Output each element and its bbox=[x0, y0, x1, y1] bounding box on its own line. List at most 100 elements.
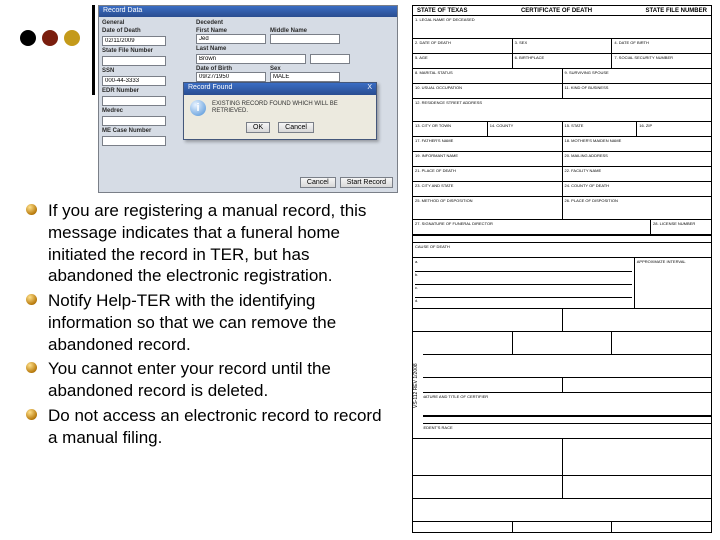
cert-field bbox=[413, 522, 513, 533]
mecase-field[interactable] bbox=[102, 136, 166, 146]
cert-field: 21. PLACE OF DEATH bbox=[413, 167, 563, 181]
cert-field: 24. COUNTY OF DEATH bbox=[563, 182, 712, 196]
cert-race-header: DECEDENT'S RACE bbox=[413, 424, 711, 438]
middle-field[interactable] bbox=[270, 34, 340, 44]
cert-field: 25. METHOD OF DISPOSITION bbox=[413, 197, 563, 219]
cert-field: 5. AGE bbox=[413, 54, 513, 68]
cert-side-label: VS-112 REV 1/2008 bbox=[412, 336, 423, 436]
dob-field[interactable] bbox=[196, 72, 266, 82]
cert-field bbox=[612, 332, 711, 354]
medrec-field[interactable] bbox=[102, 116, 166, 126]
cert-field: 6. BIRTHPLACE bbox=[513, 54, 613, 68]
close-icon[interactable]: X bbox=[367, 84, 372, 94]
cert-head-left: STATE OF TEXAS bbox=[417, 8, 467, 14]
cert-field: 8. MARITAL STATUS bbox=[413, 69, 563, 83]
dot-gold bbox=[64, 30, 80, 46]
certificate-of-death: STATE OF TEXAS CERTIFICATE OF DEATH STAT… bbox=[412, 5, 712, 533]
cert-field: 7. SOCIAL SECURITY NUMBER bbox=[612, 54, 711, 68]
cert-certifier-sig: SIGNATURE AND TITLE OF CERTIFIER bbox=[413, 392, 711, 415]
cert-field: 14. COUNTY bbox=[488, 122, 563, 136]
cert-field bbox=[513, 332, 613, 354]
cert-field: 3. SEX bbox=[513, 39, 613, 53]
cert-field bbox=[612, 522, 711, 533]
cert-field: 18. MOTHER'S MAIDEN NAME bbox=[563, 137, 712, 151]
cert-field bbox=[413, 378, 563, 392]
cert-head-right: STATE FILE NUMBER bbox=[646, 8, 707, 14]
cert-field: 4. DATE OF BIRTH bbox=[612, 39, 711, 53]
bullet-item: If you are registering a manual record, … bbox=[24, 200, 394, 287]
bullet-item: You cannot enter your record until the a… bbox=[24, 358, 394, 402]
cert-field: 11. KIND OF BUSINESS bbox=[563, 84, 712, 98]
ssn-label: SSN bbox=[102, 68, 192, 74]
cert-field bbox=[413, 476, 563, 498]
dot-red bbox=[42, 30, 58, 46]
cert-field: 10. USUAL OCCUPATION bbox=[413, 84, 563, 98]
cert-cause-line: a. bbox=[415, 259, 632, 264]
cert-field: 19. INFORMANT NAME bbox=[413, 152, 563, 166]
cert-field bbox=[413, 309, 563, 331]
modal-cancel-button[interactable]: Cancel bbox=[278, 122, 314, 133]
cert-field: 20. MAILING ADDRESS bbox=[563, 152, 712, 166]
record-data-dialog: Record Data General Date of Death State … bbox=[98, 5, 398, 193]
cert-field bbox=[413, 355, 711, 377]
cert-field: 28. LICENSE NUMBER bbox=[651, 220, 711, 234]
edr-label: EDR Number bbox=[102, 88, 192, 94]
cert-cause-line: b. bbox=[415, 271, 632, 277]
dod-field[interactable] bbox=[102, 36, 166, 46]
cert-head-mid: CERTIFICATE OF DEATH bbox=[521, 8, 592, 14]
cert-field: 15. STATE bbox=[563, 122, 638, 136]
cancel-button[interactable]: Cancel bbox=[300, 177, 336, 188]
cert-field: 26. PLACE OF DISPOSITION bbox=[563, 197, 712, 219]
general-header: General bbox=[102, 20, 192, 26]
cert-field: 13. CITY OR TOWN bbox=[413, 122, 488, 136]
section-break bbox=[413, 234, 711, 242]
dialog-titlebar: Record Data bbox=[99, 6, 397, 17]
bullet-item: Do not access an electronic record to re… bbox=[24, 405, 394, 449]
cert-cause-line: c. bbox=[415, 284, 632, 290]
cert-field bbox=[563, 476, 712, 498]
cert-field: 9. SURVIVING SPOUSE bbox=[563, 69, 712, 83]
suffix-field[interactable] bbox=[310, 54, 350, 64]
edr-field[interactable] bbox=[102, 96, 166, 106]
cert-field: 16. ZIP bbox=[637, 122, 711, 136]
ssn-field[interactable] bbox=[102, 76, 166, 86]
decedent-header: Decedent bbox=[196, 20, 394, 26]
dod-label: Date of Death bbox=[102, 28, 192, 34]
cert-field: 2. DATE OF DEATH bbox=[413, 39, 513, 53]
cert-field bbox=[563, 378, 712, 392]
last-label: Last Name bbox=[196, 46, 394, 52]
first-field[interactable] bbox=[196, 34, 266, 44]
start-record-button[interactable]: Start Record bbox=[340, 177, 393, 188]
cert-field bbox=[413, 499, 711, 521]
bullet-list: If you are registering a manual record, … bbox=[24, 200, 394, 451]
cert-field bbox=[413, 332, 513, 354]
modal-title: Record Found bbox=[188, 84, 232, 94]
record-found-modal: Record Found X i EXISTING RECORD FOUND W… bbox=[183, 82, 377, 140]
info-icon: i bbox=[190, 100, 206, 116]
cert-cause-line: d. bbox=[415, 297, 632, 303]
cert-field: 1. LEGAL NAME OF DECEASED bbox=[413, 16, 711, 38]
dot-black bbox=[20, 30, 36, 46]
cert-field bbox=[563, 309, 712, 331]
mecase-label: ME Case Number bbox=[102, 128, 192, 134]
sfn-field[interactable] bbox=[102, 56, 166, 66]
bullet-item: Notify Help-TER with the identifying inf… bbox=[24, 290, 394, 355]
section-break bbox=[413, 415, 711, 423]
sex-field[interactable] bbox=[270, 72, 340, 82]
cert-field: 12. RESIDENCE STREET ADDRESS bbox=[413, 99, 711, 121]
sfn-label: State File Number bbox=[102, 48, 192, 54]
last-field[interactable] bbox=[196, 54, 306, 64]
cert-field: 27. SIGNATURE OF FUNERAL DIRECTOR bbox=[413, 220, 651, 234]
cert-field: 17. FATHER'S NAME bbox=[413, 137, 563, 151]
cert-field: APPROXIMATE INTERVAL bbox=[635, 258, 711, 308]
vertical-bar bbox=[92, 5, 95, 95]
slide-decoration bbox=[20, 30, 80, 46]
modal-message: EXISTING RECORD FOUND WHICH WILL BE RETR… bbox=[212, 101, 370, 115]
medrec-label: Medrec bbox=[102, 108, 192, 114]
cert-cause-header: CAUSE OF DEATH bbox=[413, 243, 711, 257]
cert-field bbox=[413, 439, 563, 475]
cert-field: 23. CITY AND STATE bbox=[413, 182, 563, 196]
cert-field bbox=[513, 522, 613, 533]
modal-ok-button[interactable]: OK bbox=[246, 122, 270, 133]
cert-field bbox=[563, 439, 712, 475]
